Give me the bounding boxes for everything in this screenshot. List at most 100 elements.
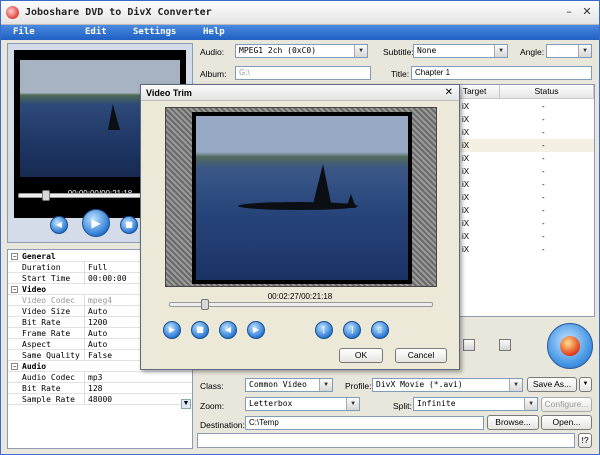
trim-stop-icon[interactable]: ■	[191, 321, 209, 339]
property-divider	[84, 306, 85, 317]
chevron-down-icon[interactable]: ▼	[319, 379, 332, 391]
help-button[interactable]: !?	[578, 433, 592, 448]
property-divider	[84, 262, 85, 273]
property-value[interactable]: 00:00:00	[88, 274, 127, 283]
cancel-button[interactable]: Cancel	[395, 348, 447, 363]
browse-button[interactable]: Browse...	[487, 415, 539, 430]
list-item-status: -	[542, 115, 545, 124]
open-button[interactable]: Open...	[541, 415, 592, 430]
properties-scroll-down-icon[interactable]: ▼	[181, 399, 191, 409]
angle-select[interactable]: ▼	[546, 44, 592, 58]
menu-edit[interactable]: Edit	[85, 27, 107, 37]
property-value[interactable]: Auto	[88, 329, 107, 338]
orca-fin-shape	[108, 104, 120, 130]
convert-button[interactable]	[547, 323, 593, 369]
trim-next-frame-icon[interactable]: ▶	[247, 321, 265, 339]
property-row[interactable]: Sample Rate 48000	[8, 394, 192, 405]
class-select[interactable]: Common Video ▼	[245, 378, 333, 392]
list-item-target: iX	[462, 180, 470, 189]
profile-value: DivX Movie (*.avi)	[376, 380, 463, 389]
prev-icon[interactable]: ◀	[50, 216, 68, 234]
list-item-status: -	[542, 245, 545, 254]
trim-seek-thumb[interactable]	[200, 299, 209, 310]
property-value[interactable]: mpeg4	[88, 296, 112, 305]
zoom-select[interactable]: Letterbox ▼	[245, 397, 360, 411]
list-item-status: -	[542, 128, 545, 137]
chevron-down-icon[interactable]: ▼	[509, 379, 522, 391]
property-row[interactable]: Bit Rate 128	[8, 383, 192, 394]
property-value[interactable]: 128	[88, 384, 102, 393]
property-value[interactable]: Full	[88, 263, 107, 272]
status-bar	[197, 433, 575, 448]
chevron-down-icon[interactable]: ▼	[346, 398, 359, 410]
property-divider	[84, 383, 85, 394]
close-button[interactable]: ✕	[580, 5, 594, 19]
window-title: Joboshare DVD to DivX Converter	[25, 7, 212, 18]
audio-select[interactable]: MPEG1 2ch (0xC0) ▼	[235, 44, 368, 58]
menu-settings[interactable]: Settings	[133, 27, 176, 37]
property-row[interactable]: Audio Codec mp3	[8, 372, 192, 383]
property-key: Aspect	[22, 340, 51, 349]
trim-reset-icon[interactable]: ▯	[371, 321, 389, 339]
album-input[interactable]: G:\	[235, 66, 371, 80]
trim-mark-start-icon[interactable]: [	[315, 321, 333, 339]
property-value[interactable]: False	[88, 351, 112, 360]
pause-icon[interactable]	[463, 339, 475, 351]
trim-mark-end-icon[interactable]: ]	[343, 321, 361, 339]
trim-prev-frame-icon[interactable]: ◀	[219, 321, 237, 339]
collapse-icon[interactable]: −	[11, 363, 18, 370]
configure-button[interactable]: Configure...	[541, 397, 592, 412]
dialog-close-icon[interactable]: ✕	[445, 87, 453, 98]
chevron-down-icon[interactable]: ▼	[524, 398, 537, 410]
destination-label: Destination:	[200, 420, 245, 430]
trim-play-icon[interactable]: ▶	[163, 321, 181, 339]
dialog-title-bar: Video Trim ✕	[141, 85, 459, 101]
property-key: Frame Rate	[22, 329, 71, 338]
property-key: Duration	[22, 263, 61, 272]
profile-select[interactable]: DivX Movie (*.avi) ▼	[372, 378, 523, 392]
property-value[interactable]: Auto	[88, 307, 107, 316]
property-divider	[84, 350, 85, 361]
chevron-down-icon[interactable]: ▼	[578, 45, 591, 57]
property-divider	[84, 295, 85, 306]
orca-body-shape	[238, 202, 358, 210]
property-value[interactable]: mp3	[88, 373, 102, 382]
chevron-down-icon[interactable]: ▼	[354, 45, 367, 57]
property-value[interactable]: 48000	[88, 395, 112, 404]
property-value[interactable]: Auto	[88, 340, 107, 349]
list-item-status: -	[542, 180, 545, 189]
minimize-button[interactable]: –	[562, 5, 576, 19]
list-item-target: iX	[462, 102, 470, 111]
stop-convert-icon[interactable]	[499, 339, 511, 351]
profile-label: Profile:	[345, 381, 372, 391]
album-label: Album:	[200, 69, 227, 79]
save-as-dropdown-icon[interactable]: ▼	[579, 377, 592, 392]
destination-input[interactable]: C:\Temp	[245, 416, 484, 430]
preview-seek-thumb[interactable]	[42, 190, 51, 201]
angle-label: Angle:	[520, 47, 545, 57]
chevron-down-icon[interactable]: ▼	[494, 45, 507, 57]
audio-value: MPEG1 2ch (0xC0)	[239, 46, 317, 55]
save-as-button[interactable]: Save As...	[527, 377, 577, 392]
list-item-target: iX	[462, 115, 470, 124]
title-input[interactable]: Chapter 1	[411, 66, 592, 80]
property-value[interactable]: 1200	[88, 318, 107, 327]
menu-help[interactable]: Help	[203, 27, 225, 37]
menu-file[interactable]: File	[13, 27, 35, 37]
property-divider	[84, 317, 85, 328]
collapse-icon[interactable]: −	[11, 286, 18, 293]
trim-seek-slider[interactable]	[169, 299, 433, 310]
property-divider	[84, 339, 85, 350]
trim-time: 00:02:27/00:21:18	[267, 292, 333, 301]
ok-button[interactable]: OK	[339, 348, 383, 363]
property-key: Video Codec	[22, 296, 75, 305]
stop-icon[interactable]: ■	[120, 216, 138, 234]
subtitle-label: Subtitle:	[383, 47, 414, 57]
split-select[interactable]: Infinite ▼	[413, 397, 538, 411]
play-icon[interactable]: ▶	[82, 209, 110, 237]
list-header-status[interactable]: Status	[500, 85, 594, 99]
subtitle-select[interactable]: None ▼	[413, 44, 508, 58]
collapse-icon[interactable]: −	[11, 253, 18, 260]
property-key: Bit Rate	[22, 318, 61, 327]
list-item-target: iX	[462, 193, 470, 202]
